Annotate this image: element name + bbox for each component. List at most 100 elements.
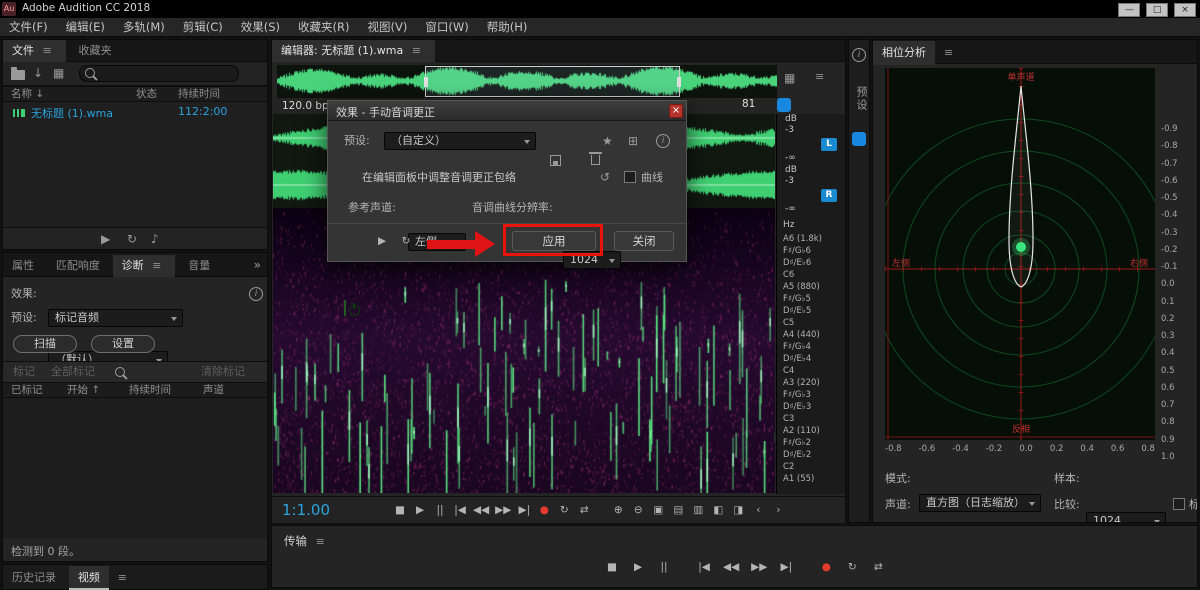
- find-marks-icon[interactable]: [115, 367, 128, 380]
- menu-item[interactable]: 视图(V): [359, 18, 417, 37]
- column-start[interactable]: 开始 ↑: [67, 383, 100, 398]
- selection-handle-left[interactable]: [424, 77, 428, 87]
- loop-preview-icon[interactable]: ↻: [127, 231, 137, 247]
- minimize-button[interactable]: —: [1118, 3, 1140, 17]
- tab-properties[interactable]: 属性: [3, 255, 43, 277]
- menu-item[interactable]: 收藏夹(R): [289, 18, 358, 37]
- menu-item[interactable]: 剪辑(C): [174, 18, 232, 37]
- menu-item[interactable]: 文件(F): [0, 18, 57, 37]
- loop-button[interactable]: ↻: [554, 501, 574, 519]
- dock-badge-icon[interactable]: [852, 132, 866, 146]
- channel-right-button[interactable]: R: [821, 189, 837, 202]
- preview-play-icon[interactable]: ▶: [101, 231, 110, 247]
- overview-menu-icon[interactable]: ≡: [810, 70, 829, 83]
- mark-all-button[interactable]: 全部标记: [51, 362, 95, 382]
- skip-end-button[interactable]: ▶|: [514, 501, 534, 519]
- time-display[interactable]: 1:1.00: [282, 501, 342, 519]
- zoom-prev-button[interactable]: ‹: [748, 501, 768, 519]
- tab-video[interactable]: 视频: [69, 566, 109, 590]
- menu-item[interactable]: 编辑(E): [57, 18, 114, 37]
- mode-select[interactable]: 直方图（日志缩放）: [919, 494, 1041, 512]
- skip-selection-button[interactable]: ⇄: [574, 501, 594, 519]
- reset-envelope-icon[interactable]: ↺: [600, 169, 610, 185]
- column-marked[interactable]: 已标记: [11, 383, 43, 398]
- dialog-preset-select[interactable]: （自定义）: [384, 132, 536, 150]
- spline-checkbox[interactable]: [624, 171, 636, 183]
- file-row[interactable]: 无标题 (1).wma 112:2:00: [3, 105, 267, 120]
- panel-menu-icon[interactable]: ≡: [311, 535, 330, 548]
- menu-item[interactable]: 多轨(M): [114, 18, 174, 37]
- column-duration[interactable]: 持续时间: [178, 87, 220, 102]
- dialog-close-button[interactable]: ×: [669, 104, 683, 118]
- info-icon[interactable]: i: [249, 287, 263, 301]
- clear-marks-button[interactable]: 清除标记: [201, 362, 245, 382]
- play-button[interactable]: ▶: [628, 558, 648, 576]
- fast-forward-button[interactable]: ▶▶: [492, 501, 514, 519]
- zoom-selection-button[interactable]: ▣: [648, 501, 668, 519]
- overview-selection[interactable]: [425, 66, 680, 97]
- marks-list[interactable]: [3, 398, 267, 538]
- zoom-navigator-icon[interactable]: ▦: [784, 70, 795, 86]
- preview-play-button[interactable]: ▶: [372, 232, 392, 250]
- tab-history[interactable]: 历史记录: [3, 566, 65, 590]
- record-button[interactable]: ●: [534, 501, 554, 519]
- info-panel-icon[interactable]: i: [852, 48, 866, 62]
- favorite-icon[interactable]: ★: [602, 133, 613, 149]
- tab-diagnostics[interactable]: 诊断 ≡: [113, 255, 176, 277]
- pause-button[interactable]: ||: [654, 558, 674, 576]
- panel-menu-icon[interactable]: ≡: [113, 571, 132, 584]
- maximize-button[interactable]: □: [1146, 3, 1168, 17]
- tab-match-loudness[interactable]: 匹配响度: [47, 255, 109, 277]
- tab-overflow-icon[interactable]: »: [254, 253, 261, 277]
- tab-favorites[interactable]: 收藏夹: [70, 40, 121, 62]
- zoom-in-horizontal-button[interactable]: ▤: [668, 501, 688, 519]
- open-file-icon[interactable]: [11, 70, 25, 80]
- normalize-checkbox[interactable]: [1173, 498, 1185, 510]
- hud-badge-icon[interactable]: [777, 98, 791, 112]
- zoom-selection-right-button[interactable]: ◨: [728, 501, 748, 519]
- menu-item[interactable]: 帮助(H): [478, 18, 537, 37]
- stop-button[interactable]: ■: [602, 558, 622, 576]
- scan-button[interactable]: 扫描: [13, 335, 77, 353]
- stop-button[interactable]: ■: [390, 501, 410, 519]
- zoom-selection-left-button[interactable]: ◧: [708, 501, 728, 519]
- dialog-info-icon[interactable]: i: [656, 134, 670, 148]
- settings-button[interactable]: 设置: [91, 335, 155, 353]
- skip-selection-button[interactable]: ⇄: [868, 558, 888, 576]
- save-preset-icon[interactable]: [550, 155, 561, 166]
- zoom-next-button[interactable]: ›: [768, 501, 788, 519]
- tab-editor[interactable]: 编辑器: 无标题 (1).wma ≡: [272, 40, 435, 62]
- files-search-box[interactable]: [79, 65, 239, 82]
- routing-icon[interactable]: ⊞: [628, 133, 638, 149]
- tab-phase-analysis[interactable]: 相位分析: [873, 41, 935, 65]
- skip-start-button[interactable]: |◀: [450, 501, 470, 519]
- zoom-out-horizontal-button[interactable]: ▥: [688, 501, 708, 519]
- panel-menu-icon[interactable]: ≡: [38, 44, 57, 57]
- menu-item[interactable]: 效果(S): [232, 18, 289, 37]
- play-button[interactable]: ▶: [410, 501, 430, 519]
- column-status[interactable]: 状态: [136, 87, 157, 102]
- insert-multitrack-icon[interactable]: ▦: [53, 65, 64, 81]
- zoom-out-button[interactable]: ⊖: [628, 501, 648, 519]
- selection-handle-right[interactable]: [677, 77, 681, 87]
- column-duration2[interactable]: 持续时间: [129, 383, 171, 398]
- delete-preset-icon[interactable]: [591, 155, 600, 165]
- presets-vertical-label[interactable]: 预设: [853, 86, 869, 112]
- mark-button[interactable]: 标记: [13, 362, 35, 382]
- sample-select[interactable]: 1024: [1086, 512, 1166, 523]
- pause-button[interactable]: ||: [430, 501, 450, 519]
- close-dialog-button[interactable]: 关闭: [614, 231, 674, 251]
- phase-display[interactable]: 单声道 左侧 右侧 反相: [885, 68, 1155, 440]
- column-channel[interactable]: 声道: [203, 383, 224, 398]
- tab-files[interactable]: 文件 ≡: [3, 40, 66, 62]
- zoom-in-button[interactable]: ⊕: [608, 501, 628, 519]
- menu-item[interactable]: 窗口(W): [416, 18, 477, 37]
- record-button[interactable]: ●: [816, 558, 836, 576]
- auto-play-icon[interactable]: ♪: [151, 231, 159, 247]
- channel-left-button[interactable]: L: [821, 138, 837, 151]
- skip-start-button[interactable]: |◀: [694, 558, 714, 576]
- import-file-icon[interactable]: ↓: [33, 65, 43, 81]
- panel-menu-icon[interactable]: ≡: [939, 46, 958, 59]
- rewind-button[interactable]: ◀◀: [720, 558, 742, 576]
- effect-select[interactable]: 标记音频: [48, 309, 183, 327]
